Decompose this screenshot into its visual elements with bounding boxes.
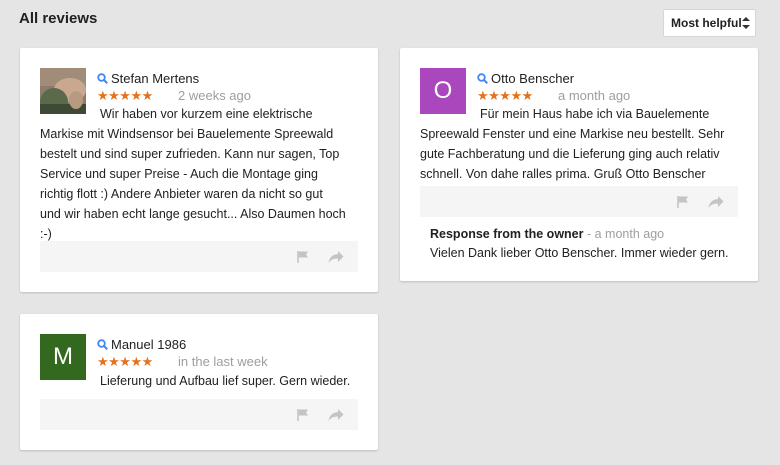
- reviewer-name[interactable]: Stefan Mertens: [111, 71, 199, 86]
- review-line: schnell. Von dahe ralles prima. Gruß Ott…: [420, 167, 706, 181]
- share-icon[interactable]: [328, 250, 344, 264]
- star-rating: ★★★★★: [477, 87, 533, 103]
- review-text: Für mein Haus habe ich via Bauelemente S…: [420, 104, 750, 184]
- flag-icon[interactable]: [296, 250, 310, 264]
- search-icon: [97, 72, 108, 84]
- review-line: Wir haben vor kurzem eine elektrische: [100, 107, 313, 121]
- reviewer-name[interactable]: Otto Benscher: [491, 71, 574, 86]
- review-line: Lieferung und Aufbau lief super. Gern wi…: [100, 374, 351, 388]
- share-icon[interactable]: [328, 408, 344, 422]
- review-card: O Otto Benscher ★★★★★ a month ago Für me…: [400, 48, 758, 281]
- review-date: a month ago: [558, 88, 631, 103]
- response-label: Response from the owner: [430, 227, 584, 241]
- reviews-title: All reviews: [19, 10, 98, 27]
- response-text: Vielen Dank lieber Otto Benscher. Immer …: [430, 246, 729, 260]
- review-actions: [40, 399, 358, 430]
- star-rating: ★★★★★: [97, 353, 153, 369]
- review-date: 2 weeks ago: [178, 88, 251, 103]
- search-icon: [97, 338, 108, 350]
- review-line: Service und super Preise - Auch die Mont…: [40, 167, 318, 181]
- review-actions: [40, 241, 358, 272]
- review-line: bestelt und sind super zufrieden. Kann n…: [40, 147, 340, 161]
- review-card: M Manuel 1986 ★★★★★ in the last week Lie…: [20, 314, 378, 450]
- avatar-letter: M: [53, 343, 73, 370]
- review-text: Lieferung und Aufbau lief super. Gern wi…: [100, 371, 370, 391]
- reviewer-name[interactable]: Manuel 1986: [111, 337, 186, 352]
- response-date: - a month ago: [583, 227, 665, 241]
- avatar[interactable]: M: [40, 334, 86, 380]
- review-line: Für mein Haus habe ich via Bauelemente: [480, 107, 710, 121]
- owner-response: Response from the owner - a month ago Vi…: [430, 225, 750, 263]
- review-actions: [420, 186, 738, 217]
- flag-icon[interactable]: [676, 195, 690, 209]
- review-text: Wir haben vor kurzem eine elektrische Ma…: [40, 104, 370, 244]
- flag-icon[interactable]: [296, 408, 310, 422]
- review-line: gute Fachberatung und die Lieferung ging…: [420, 147, 720, 161]
- share-icon[interactable]: [708, 195, 724, 209]
- review-line: und wir haben echt lange gesucht... Also…: [40, 207, 346, 221]
- sort-dropdown[interactable]: Most helpful: [663, 9, 756, 37]
- review-line: Markise mit Windsensor bei Bauelemente S…: [40, 127, 334, 141]
- review-line: richtig flott :) Andere Anbieter waren d…: [40, 187, 323, 201]
- sort-label: Most helpful: [671, 16, 742, 30]
- search-icon: [477, 72, 488, 84]
- review-line: Spreewald Fenster und eine Markise neu b…: [420, 127, 725, 141]
- sort-arrows-icon: [742, 17, 750, 29]
- review-date: in the last week: [178, 354, 268, 369]
- star-rating: ★★★★★: [97, 87, 153, 103]
- review-card: Stefan Mertens ★★★★★ 2 weeks ago Wir hab…: [20, 48, 378, 292]
- avatar-letter: O: [433, 77, 453, 104]
